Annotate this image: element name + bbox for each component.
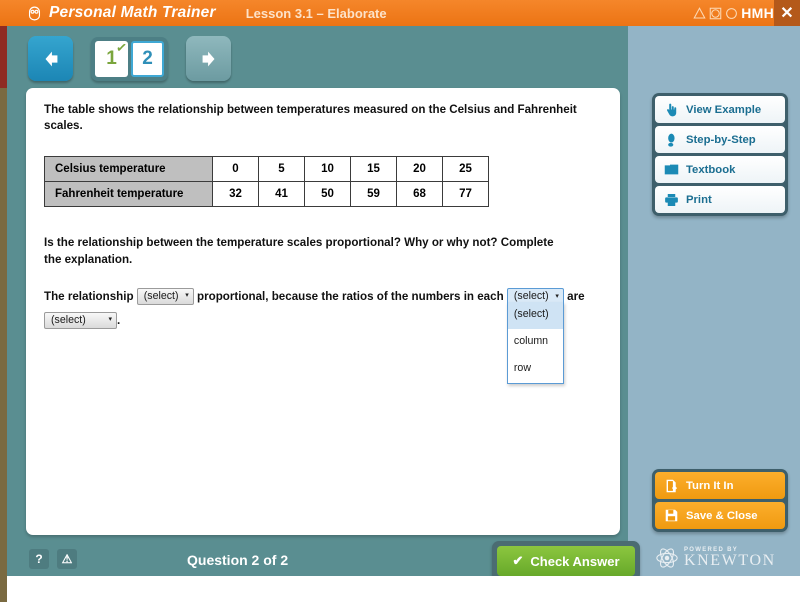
help-button[interactable]: ?: [29, 549, 49, 569]
temperature-table: Celsius temperature 0 5 10 15 20 25 Fahr…: [44, 156, 489, 208]
check-answer-wrapper: ✔ Check Answer: [492, 541, 640, 581]
upload-document-icon: [664, 478, 679, 493]
cell-celsius-5: 25: [442, 156, 489, 183]
owl-icon: [25, 4, 43, 22]
page-chip-1[interactable]: 1 ✓: [95, 38, 129, 77]
select-equivalence[interactable]: (select) ▾: [44, 311, 117, 329]
cell-celsius-1: 5: [258, 156, 305, 183]
print-label: Print: [686, 193, 712, 206]
close-icon[interactable]: ✕: [774, 0, 800, 26]
cell-fahrenheit-4: 68: [396, 181, 443, 208]
chevron-down-icon: ▾: [185, 292, 189, 300]
floppy-disk-icon: [664, 508, 679, 523]
browser-edge-strip: [0, 0, 7, 602]
arrow-left-icon: [45, 51, 57, 66]
app-header: Personal Math Trainer Lesson 3.1 – Elabo…: [0, 0, 800, 26]
tool-button-group: View Example Step-by-Step Textbook Print: [652, 93, 788, 216]
select-proportional-value: (select): [143, 289, 179, 302]
option-row[interactable]: row: [508, 356, 563, 383]
turn-it-in-label: Turn It In: [686, 479, 734, 492]
check-answer-button[interactable]: ✔ Check Answer: [497, 546, 635, 576]
circle-in-square-outline-icon: [709, 7, 722, 19]
option-select[interactable]: (select): [507, 301, 563, 329]
circle-outline-icon: [726, 7, 738, 19]
cell-celsius-4: 20: [396, 156, 443, 183]
step-by-step-button[interactable]: Step-by-Step: [655, 126, 785, 153]
textbook-label: Textbook: [686, 163, 736, 176]
row-header-celsius: Celsius temperature: [44, 156, 213, 183]
answer-text-3: are: [567, 289, 585, 303]
table-prompt-text: The table shows the relationship between…: [44, 103, 577, 132]
select-grouping-wrapper: (select) ▾ (select) column row: [506, 285, 564, 384]
knewton-name: KNEWTON: [684, 552, 776, 569]
table-row: Celsius temperature 0 5 10 15 20 25: [44, 156, 489, 183]
pointing-hand-icon: [664, 102, 679, 117]
step-by-step-label: Step-by-Step: [686, 133, 756, 146]
page-footer-blank: [7, 576, 800, 602]
cell-fahrenheit-2: 50: [304, 181, 351, 208]
header-right-group: HMH ✕: [692, 0, 800, 26]
cell-celsius-2: 10: [304, 156, 351, 183]
answer-text-2: proportional, because the ratios of the …: [197, 289, 504, 303]
select-equivalence-value: (select): [51, 313, 86, 326]
view-example-button[interactable]: View Example: [655, 96, 785, 123]
answer-text-1: The relationship: [44, 289, 134, 303]
cell-celsius-0: 0: [212, 156, 259, 183]
footprint-icon: [664, 132, 679, 147]
save-and-close-label: Save & Close: [686, 509, 758, 522]
answer-sentence: The relationship (select) ▾ proportional…: [44, 285, 602, 384]
cell-fahrenheit-1: 41: [258, 181, 305, 208]
atom-icon: [656, 548, 678, 568]
question-counter: Question 2 of 2: [187, 552, 289, 568]
checkmark-icon: ✔: [512, 553, 524, 568]
view-example-label: View Example: [686, 103, 762, 116]
save-and-close-button[interactable]: Save & Close: [655, 502, 785, 529]
select-proportional[interactable]: (select) ▾: [136, 288, 194, 306]
printer-icon: [664, 192, 679, 207]
arrow-right-icon: [202, 51, 214, 66]
turn-it-in-button[interactable]: Turn It In: [655, 472, 785, 499]
option-column[interactable]: column: [508, 329, 563, 356]
lesson-label: Lesson 3.1 – Elaborate: [245, 5, 387, 21]
knewton-logo: POWERED BY KNEWTON: [655, 546, 776, 570]
question-text: Is the relationship between the temperat…: [44, 236, 554, 266]
checkmark-icon: ✓: [115, 38, 129, 56]
page-chip-2[interactable]: 2: [131, 40, 164, 77]
row-header-fahrenheit: Fahrenheit temperature: [44, 181, 213, 208]
chevron-down-icon: ▾: [108, 316, 112, 324]
check-answer-label: Check Answer: [530, 553, 620, 569]
hmh-logo-shapes: [692, 6, 739, 21]
select-grouping-options: (select) column row: [506, 301, 564, 384]
app-title: Personal Math Trainer: [49, 4, 216, 21]
action-button-group: Turn It In Save & Close: [652, 469, 788, 532]
print-button[interactable]: Print: [655, 186, 785, 213]
cell-fahrenheit-3: 59: [350, 181, 397, 208]
book-icon: [664, 162, 679, 177]
textbook-button[interactable]: Textbook: [655, 156, 785, 183]
browser-edge-accent: [0, 26, 7, 88]
next-page-button[interactable]: [186, 36, 231, 81]
application-window: Personal Math Trainer Lesson 3.1 – Elabo…: [0, 0, 800, 602]
question-content-card: The table shows the relationship between…: [26, 88, 620, 535]
page-navigation: 1 ✓ 2: [28, 36, 231, 81]
cell-fahrenheit-0: 32: [212, 181, 259, 208]
cell-celsius-3: 15: [350, 156, 397, 183]
brand-name: HMH: [741, 5, 774, 21]
cell-fahrenheit-5: 77: [442, 181, 489, 208]
triangle-outline-icon: [693, 6, 706, 19]
page-chip-group: 1 ✓ 2: [91, 36, 168, 81]
answer-text-4: .: [117, 313, 121, 327]
knewton-text-block: POWERED BY KNEWTON: [684, 547, 776, 569]
table-row: Fahrenheit temperature 32 41 50 59 68 77: [44, 181, 489, 208]
page-chip-2-label: 2: [142, 47, 153, 69]
alert-icon-button[interactable]: ⚠: [57, 549, 77, 569]
previous-page-button[interactable]: [28, 36, 73, 81]
